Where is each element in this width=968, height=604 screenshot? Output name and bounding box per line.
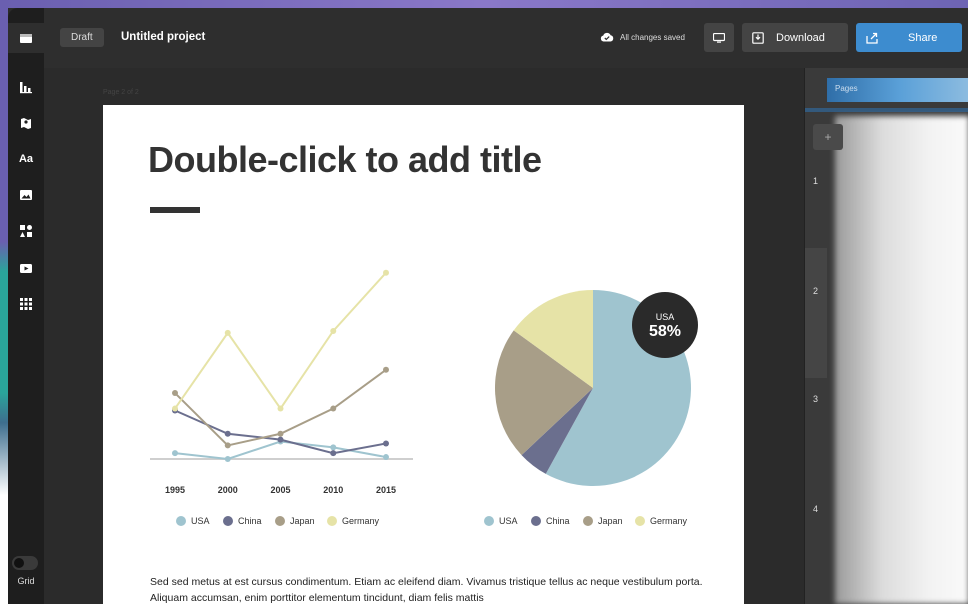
text-button[interactable]: Aa <box>8 144 44 174</box>
share-button[interactable]: Share <box>856 23 962 52</box>
row-number: 1 <box>813 176 819 186</box>
data-point-china <box>330 450 337 457</box>
draft-badge[interactable]: Draft <box>60 28 104 47</box>
chart-icon <box>20 82 32 94</box>
data-point-usa <box>172 450 178 457</box>
share-icon <box>866 32 878 44</box>
download-button[interactable]: Download <box>742 23 848 52</box>
apps-button[interactable] <box>8 289 44 319</box>
pages-panel: Pages + 1 2 3 4 <box>804 68 968 604</box>
legend-swatch <box>327 516 337 526</box>
data-point-china <box>277 436 284 443</box>
editor-window: Aa Grid Draft Untitled project All chang… <box>8 8 968 604</box>
page-thumbnail-sheet[interactable] <box>835 116 968 604</box>
save-status-text: All changes saved <box>620 32 685 42</box>
legend-label: China <box>238 516 262 526</box>
panel-strip <box>805 108 968 112</box>
cloud-check-icon <box>600 32 614 42</box>
chart-svg[interactable]: 1995 2000 2005 2010 2015 USA China Japan Germany… <box>103 105 744 565</box>
legend-label: USA <box>191 516 210 526</box>
grid-toggle[interactable] <box>12 556 38 570</box>
save-status: All changes saved <box>600 32 685 42</box>
text-icon: Aa <box>18 153 34 165</box>
x-tick-label: 2005 <box>270 485 290 495</box>
x-tick-label: 2000 <box>218 485 238 495</box>
monitor-icon <box>713 32 725 43</box>
legend-label: USA <box>499 516 518 526</box>
series-line-germany <box>174 272 387 411</box>
x-tick-label: 1995 <box>165 485 185 495</box>
present-button[interactable] <box>704 23 734 52</box>
top-header: Draft Untitled project All changes saved… <box>44 8 968 68</box>
legend-label: Japan <box>290 516 315 526</box>
pie-chart[interactable]: USA58%USA China Japan Germany <box>484 290 698 526</box>
panel-tab[interactable]: Pages <box>827 78 968 102</box>
row-number: 2 <box>813 286 819 296</box>
row-number: 3 <box>813 394 819 404</box>
download-icon <box>752 31 764 44</box>
legend-label: Japan <box>598 516 623 526</box>
data-point-usa <box>330 444 337 451</box>
data-point-japan <box>277 430 284 437</box>
pie-callout-label: USA <box>656 312 675 322</box>
layout-button[interactable] <box>8 23 44 53</box>
image-button[interactable] <box>8 180 44 210</box>
maps-button[interactable] <box>8 108 44 138</box>
data-point-china <box>383 440 389 447</box>
apps-icon <box>20 298 32 310</box>
data-point-usa <box>224 456 231 462</box>
legend-swatch <box>635 516 645 526</box>
legend-swatch <box>583 516 593 526</box>
pie-callout-value: 58% <box>649 323 681 340</box>
data-point-japan <box>224 442 231 449</box>
x-tick-label: 2010 <box>323 485 343 495</box>
data-point-germany <box>330 327 337 334</box>
selected-row-band <box>805 248 827 378</box>
data-point-germany <box>383 269 389 276</box>
panel-tab-label: Pages <box>835 84 858 93</box>
legend-label: Germany <box>650 516 688 526</box>
legend-swatch <box>484 516 494 526</box>
legend-swatch <box>223 516 233 526</box>
row-number: 4 <box>813 504 819 514</box>
data-point-japan <box>172 390 178 397</box>
legend-swatch <box>275 516 285 526</box>
grid-label: Grid <box>17 576 35 586</box>
legend-label: Germany <box>342 516 380 526</box>
data-point-usa <box>383 454 389 461</box>
legend-label: China <box>546 516 570 526</box>
add-page-button[interactable]: + <box>813 124 843 150</box>
video-icon <box>20 264 32 273</box>
data-point-china <box>224 430 231 437</box>
left-toolbar: Aa Grid <box>8 8 44 604</box>
legend-swatch <box>176 516 186 526</box>
shapes-icon <box>20 225 32 237</box>
map-icon <box>21 118 31 129</box>
x-tick-label: 2015 <box>376 485 396 495</box>
line-chart[interactable]: 1995 2000 2005 2010 2015 USA China Japan Germany <box>150 269 413 526</box>
share-label: Share <box>908 31 938 44</box>
background-left <box>0 0 8 604</box>
project-title[interactable]: Untitled project <box>121 31 205 43</box>
legend-swatch <box>531 516 541 526</box>
download-label: Download <box>776 31 825 44</box>
charts-button[interactable] <box>8 72 44 102</box>
shapes-button[interactable] <box>8 216 44 246</box>
canvas-area: Page 2 of 2 Double-click to add title 19… <box>44 68 804 604</box>
data-point-germany <box>172 405 178 412</box>
data-point-japan <box>383 366 389 373</box>
page-label: Page 2 of 2 <box>103 89 139 96</box>
data-point-japan <box>330 405 337 412</box>
document-page[interactable]: Double-click to add title 1995 2000 2005 20… <box>103 105 744 604</box>
background-top <box>0 0 968 8</box>
data-point-germany <box>277 405 284 412</box>
image-icon <box>20 190 32 200</box>
toggle-knob <box>14 558 24 568</box>
video-button[interactable] <box>8 253 44 283</box>
body-text[interactable]: Sed sed metus at est cursus condimentum.… <box>150 574 710 604</box>
layout-icon <box>20 34 32 43</box>
data-point-germany <box>224 329 231 336</box>
